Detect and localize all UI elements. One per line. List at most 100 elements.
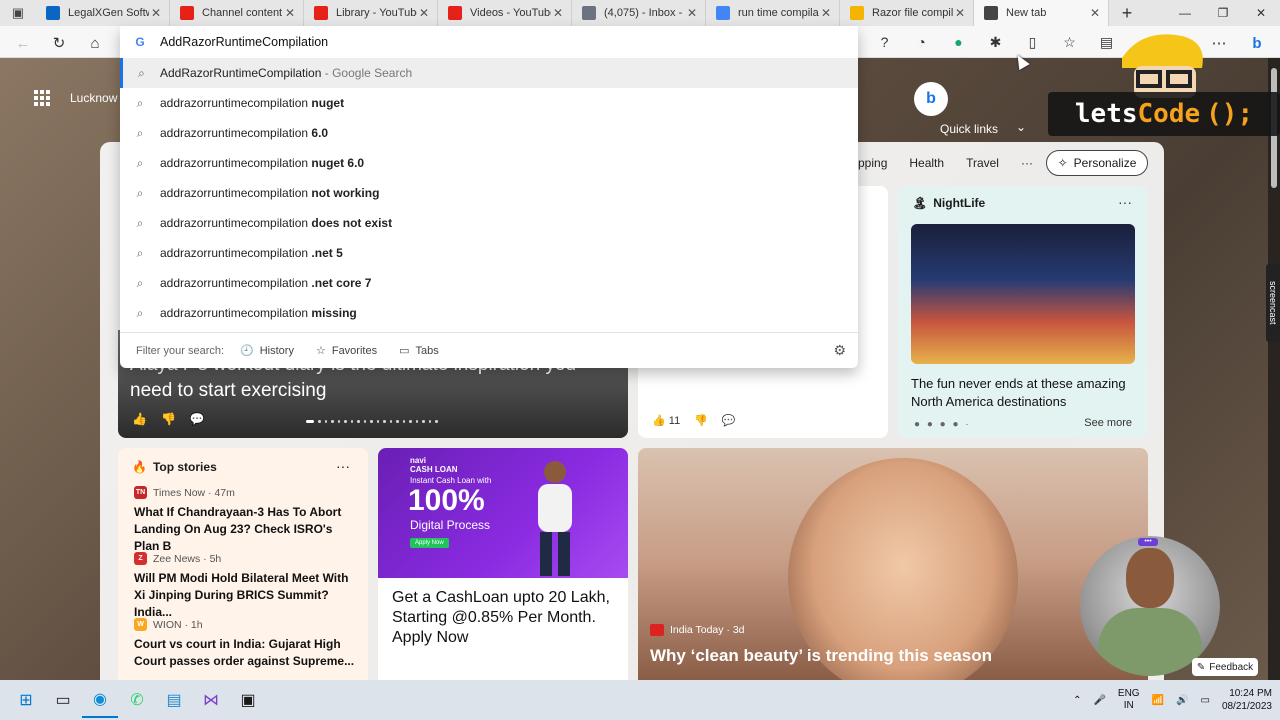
- back-icon[interactable]: ←: [12, 32, 34, 54]
- language-indicator[interactable]: ENG IN: [1118, 688, 1140, 712]
- suggestion-item[interactable]: ⌕ addrazorruntimecompilation nuget 6.0: [120, 148, 858, 178]
- visual-studio-icon[interactable]: ⋈: [193, 682, 229, 718]
- maximize-icon[interactable]: ❐: [1204, 0, 1242, 26]
- suggestion-item[interactable]: ⌕ addrazorruntimecompilation does not exi…: [120, 208, 858, 238]
- more-options-icon[interactable]: ···: [1118, 194, 1132, 210]
- tab-2[interactable]: Library - YouTube ✕: [304, 0, 438, 26]
- ad-apply-button[interactable]: Apply Now: [410, 538, 449, 548]
- suggestion-item[interactable]: ⌕ AddRazorRuntimeCompilation - Google Sea…: [120, 58, 858, 88]
- close-tab-icon[interactable]: ✕: [1088, 6, 1102, 20]
- story-item[interactable]: W WION · 1h Court vs court in India: Gujar…: [134, 618, 356, 670]
- weather-location[interactable]: Lucknow: [70, 91, 117, 105]
- tab-3[interactable]: Videos - YouTube ✕: [438, 0, 572, 26]
- quick-links-toggle[interactable]: Quick links: [940, 122, 998, 136]
- like-icon[interactable]: 👍 11: [652, 414, 680, 427]
- tab-0[interactable]: LegalXGen Softw ✕: [36, 0, 170, 26]
- show-hidden-icons[interactable]: ⌃: [1073, 695, 1081, 706]
- more-options-icon[interactable]: ···: [336, 458, 350, 474]
- wifi-icon[interactable]: 📶: [1152, 695, 1164, 706]
- minimize-icon[interactable]: —: [1166, 0, 1204, 26]
- ad-image[interactable]: navi CASH LOAN Instant Cash Loan with 100…: [378, 448, 628, 578]
- battery-icon[interactable]: ▭: [1200, 695, 1209, 706]
- edge-browser-icon[interactable]: ◉: [82, 682, 118, 718]
- like-icon[interactable]: 👍: [132, 412, 147, 426]
- chevron-down-icon[interactable]: ⌄: [1016, 120, 1026, 134]
- story-item[interactable]: Z Zee News · 5h Will PM Modi Hold Bilatera…: [134, 552, 356, 621]
- whatsapp-icon[interactable]: ✆: [119, 682, 155, 718]
- bing-search-icon[interactable]: b: [914, 82, 948, 116]
- beauty-story-card[interactable]: India Today · 3d Why ‘clean beauty’ is t…: [638, 448, 1148, 680]
- see-more-link[interactable]: See more: [1084, 417, 1132, 429]
- gear-icon[interactable]: ⚙: [833, 342, 846, 359]
- dislike-icon[interactable]: 👎: [694, 414, 708, 427]
- address-bar[interactable]: G AddRazorRuntimeCompilation: [120, 26, 858, 58]
- screencast-tab[interactable]: screencast: [1266, 264, 1280, 342]
- filter-favorites[interactable]: ☆ Favorites: [316, 344, 377, 358]
- windows-start-icon[interactable]: ⊞: [8, 682, 44, 718]
- feedback-button[interactable]: ✎ Feedback: [1192, 658, 1258, 676]
- volume-icon[interactable]: 🔊: [1176, 695, 1188, 706]
- story-headline[interactable]: Will PM Modi Hold Bilateral Meet With Xi…: [134, 570, 356, 621]
- close-tab-icon[interactable]: ✕: [283, 6, 297, 20]
- filter-history[interactable]: 🕘 History: [240, 344, 294, 358]
- home-icon[interactable]: ⌂: [84, 32, 106, 54]
- carousel-dots[interactable]: [306, 418, 438, 424]
- tab-5[interactable]: run time compila ✕: [706, 0, 840, 26]
- tab-6[interactable]: Razor file compila ✕: [840, 0, 974, 26]
- notepad-icon[interactable]: ▤: [156, 682, 192, 718]
- suggestion-item[interactable]: ⌕ addrazorruntimecompilation .net 5: [120, 238, 858, 268]
- nightlife-carousel-dots[interactable]: ● ● ● ● ·: [914, 419, 971, 430]
- mail-icon: [582, 6, 596, 20]
- suggestion-item[interactable]: ⌕ addrazorruntimecompilation missing: [120, 298, 858, 328]
- terminal-icon[interactable]: ▣: [230, 682, 266, 718]
- personalize-button[interactable]: ✧ Personalize: [1046, 150, 1148, 176]
- refresh-icon[interactable]: ↻: [48, 32, 70, 54]
- app-launcher-icon[interactable]: [34, 90, 50, 106]
- close-tab-icon[interactable]: ✕: [551, 6, 565, 20]
- suggestion-item[interactable]: ⌕ addrazorruntimecompilation .net core 7: [120, 268, 858, 298]
- grammarly-icon[interactable]: ●: [942, 30, 975, 54]
- extensions-icon[interactable]: ✱: [979, 30, 1012, 54]
- comment-icon[interactable]: 💬: [722, 414, 736, 427]
- ad-headline[interactable]: Get a CashLoan upto 20 Lakh, Starting @0…: [392, 588, 618, 648]
- microphone-icon[interactable]: 🎤: [1093, 695, 1105, 706]
- las-vegas-image[interactable]: [911, 224, 1135, 364]
- close-tab-icon[interactable]: ✕: [953, 6, 967, 20]
- address-bar-value[interactable]: AddRazorRuntimeCompilation: [160, 35, 328, 49]
- category-travel[interactable]: Travel: [966, 156, 999, 170]
- nightlife-headline[interactable]: The fun never ends at these amazing Nort…: [911, 375, 1141, 411]
- filter-tabs[interactable]: ▭ Tabs: [399, 344, 439, 358]
- sponsored-ad-card[interactable]: navi CASH LOAN Instant Cash Loan with 100…: [378, 448, 628, 680]
- close-window-icon[interactable]: ✕: [1242, 0, 1280, 26]
- story-headline[interactable]: What If Chandrayaan-3 Has To Abort Landi…: [134, 504, 356, 555]
- suggestion-item[interactable]: ⌕ addrazorruntimecompilation nuget: [120, 88, 858, 118]
- dislike-icon[interactable]: 👎: [161, 412, 176, 426]
- beauty-headline[interactable]: Why ‘clean beauty’ is trending this seas…: [650, 646, 992, 666]
- story-item[interactable]: TN Times Now · 47m What If Chandrayaan-3 H…: [134, 486, 356, 555]
- tab-actions-icon[interactable]: ▣: [0, 0, 36, 26]
- tab-7[interactable]: New tab ✕: [974, 0, 1109, 26]
- category-shopping[interactable]: pping: [858, 156, 887, 170]
- tab-4[interactable]: (4,075) - Inbox - 2 ✕: [572, 0, 706, 26]
- page-scrollbar[interactable]: [1268, 58, 1280, 680]
- new-tab-button[interactable]: +: [1109, 0, 1145, 26]
- category-health[interactable]: Health: [909, 156, 944, 170]
- story-headline[interactable]: Court vs court in India: Gujarat High Co…: [134, 636, 356, 670]
- suggestion-item[interactable]: ⌕ addrazorruntimecompilation 6.0: [120, 118, 858, 148]
- nightlife-card[interactable]: 🏝 NightLife ··· The fun never ends at th…: [898, 186, 1148, 438]
- split-screen-icon[interactable]: ▯: [1016, 30, 1049, 54]
- close-tab-icon[interactable]: ✕: [819, 6, 833, 20]
- extension-icon-1[interactable]: ◔: [905, 30, 938, 54]
- close-tab-icon[interactable]: ✕: [417, 6, 431, 20]
- help-icon[interactable]: ?: [868, 30, 901, 54]
- favorites-icon[interactable]: ☆: [1053, 30, 1086, 54]
- tab-1[interactable]: Channel content ✕: [170, 0, 304, 26]
- comment-icon[interactable]: 💬: [190, 412, 205, 426]
- suggestion-item[interactable]: ⌕ addrazorruntimecompilation not working: [120, 178, 858, 208]
- close-tab-icon[interactable]: ✕: [149, 6, 163, 20]
- more-categories-icon[interactable]: ···: [1021, 156, 1033, 170]
- copilot-icon[interactable]: b: [1246, 32, 1268, 54]
- file-explorer-icon[interactable]: ▭: [45, 682, 81, 718]
- close-tab-icon[interactable]: ✕: [685, 6, 699, 20]
- system-clock[interactable]: 10:24 PM 08/21/2023: [1222, 687, 1272, 713]
